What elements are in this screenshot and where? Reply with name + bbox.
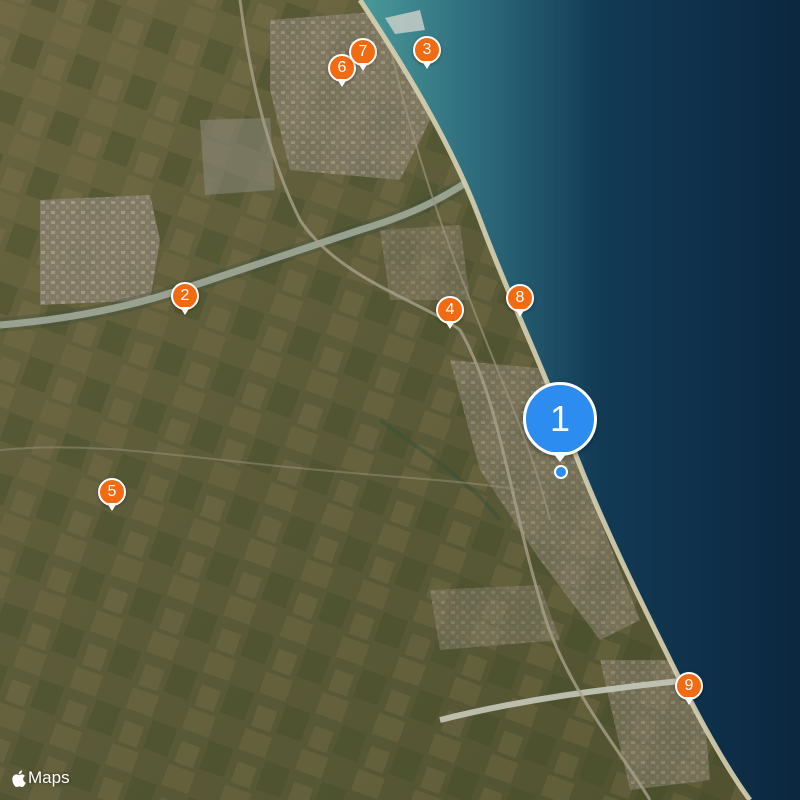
map-pin-label: 7 — [349, 38, 377, 66]
map-pin-label: 4 — [436, 296, 464, 324]
map-pin-pointer — [337, 79, 347, 87]
map-pin-8[interactable]: 8 — [504, 284, 536, 324]
satellite-map[interactable]: 2 3 4 5 6 7 8 9 1 Maps — [0, 0, 800, 800]
map-pin-pointer — [422, 61, 432, 69]
map-pin-7[interactable]: 7 — [347, 38, 379, 78]
map-pin-9[interactable]: 9 — [673, 672, 705, 712]
map-pin-3[interactable]: 3 — [411, 36, 443, 76]
maps-attribution: Maps — [12, 768, 70, 788]
selected-map-pin[interactable]: 1 — [523, 382, 597, 479]
map-pin-pointer — [515, 309, 525, 317]
map-pin-label: 5 — [98, 478, 126, 506]
map-pin-pointer — [684, 697, 694, 705]
map-pin-pointer — [358, 63, 368, 71]
selected-pin-pointer — [552, 452, 568, 462]
location-dot — [554, 465, 568, 479]
selected-pin-label: 1 — [523, 382, 597, 456]
map-pin-label: 2 — [171, 282, 199, 310]
map-pin-5[interactable]: 5 — [96, 478, 128, 518]
attribution-text: Maps — [28, 768, 70, 787]
apple-logo-icon — [12, 769, 26, 787]
map-pin-pointer — [445, 321, 455, 329]
map-pin-label: 8 — [506, 284, 534, 312]
map-pin-label: 9 — [675, 672, 703, 700]
map-pin-pointer — [107, 503, 117, 511]
map-pin-4[interactable]: 4 — [434, 296, 466, 336]
map-pin-pointer — [180, 307, 190, 315]
map-pin-label: 3 — [413, 36, 441, 64]
map-pin-2[interactable]: 2 — [169, 282, 201, 322]
